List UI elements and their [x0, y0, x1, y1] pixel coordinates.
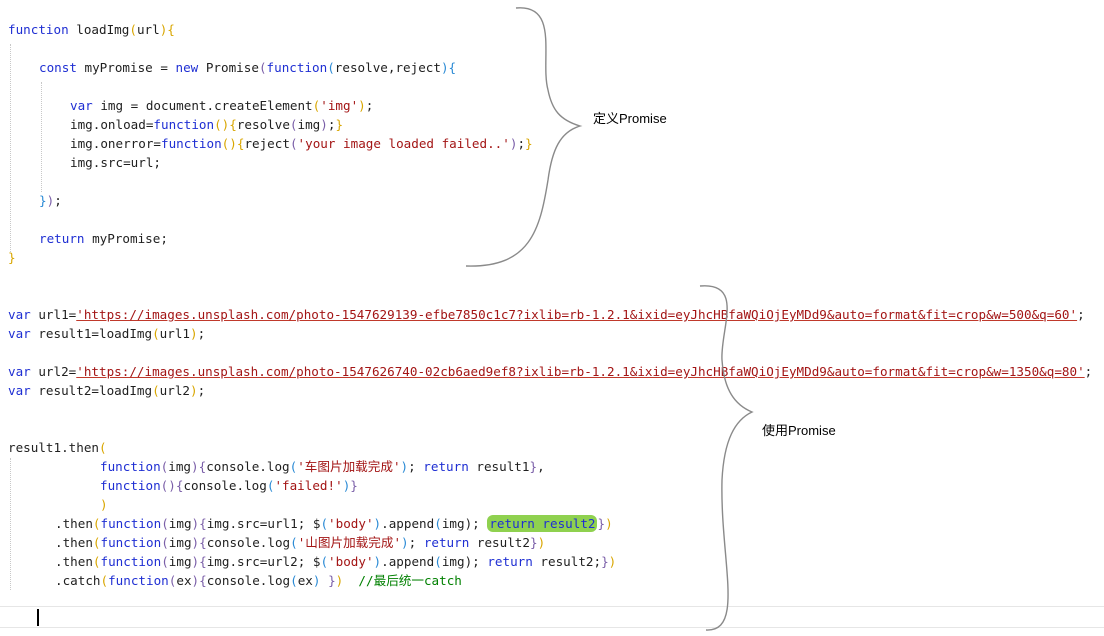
brace-define — [465, 7, 583, 267]
annotation-use-promise: 使用Promise — [762, 423, 836, 438]
brace-use — [699, 285, 754, 631]
code-editor[interactable]: function loadImg(url){ const myPromise =… — [0, 0, 1104, 636]
annotation-braces — [465, 7, 754, 631]
annotation-define-promise: 定义Promise — [593, 111, 667, 126]
